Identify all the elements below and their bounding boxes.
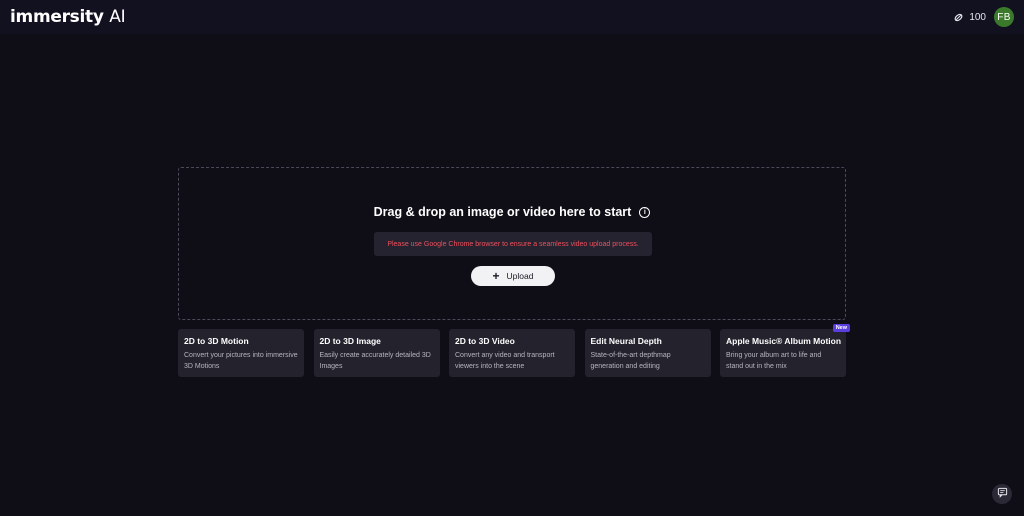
card-description: Bring your album art to life and stand o… bbox=[726, 352, 822, 370]
card-2d-to-3d-motion[interactable]: 2D to 3D Motion Convert your pictures in… bbox=[178, 329, 304, 377]
card-title: 2D to 3D Motion bbox=[184, 336, 249, 346]
user-avatar[interactable]: FB bbox=[994, 7, 1014, 27]
info-icon[interactable]: i bbox=[639, 206, 651, 218]
new-badge: New bbox=[832, 324, 850, 332]
card-description: Easily create accurately detailed 3D Ima… bbox=[319, 352, 431, 370]
dropzone-title: Drag & drop an image or video here to st… bbox=[373, 205, 632, 219]
browser-warning-text: Please use Google Chrome browser to ensu… bbox=[387, 240, 639, 248]
plus-icon: + bbox=[492, 268, 500, 283]
header-actions: 100 FB bbox=[953, 7, 1014, 27]
card-description: Convert any video and transport viewers … bbox=[455, 352, 555, 370]
logo[interactable]: immersity AI bbox=[10, 7, 126, 27]
card-edit-neural-depth[interactable]: Edit Neural Depth State-of-the-art depth… bbox=[584, 329, 711, 377]
card-apple-music-album-motion[interactable]: Apple Music® Album Motion Bring your alb… bbox=[720, 324, 850, 377]
upload-label: Upload bbox=[506, 271, 534, 281]
logo-ai-text: AI bbox=[109, 7, 126, 27]
browser-warning: Please use Google Chrome browser to ensu… bbox=[374, 232, 652, 256]
chat-button[interactable] bbox=[992, 484, 1012, 504]
card-title: Apple Music® Album Motion bbox=[726, 336, 842, 346]
feature-cards: 2D to 3D Motion Convert your pictures in… bbox=[178, 324, 850, 377]
credits-count: 100 bbox=[969, 11, 986, 23]
chat-icon bbox=[997, 485, 1008, 503]
card-description: State-of-the-art depthmap generation and… bbox=[590, 352, 671, 370]
token-icon bbox=[953, 12, 964, 23]
card-title: 2D to 3D Video bbox=[455, 336, 515, 346]
app-root: immersity AI 100 FB Drag & drop an image… bbox=[0, 0, 1024, 516]
upload-dropzone[interactable]: Drag & drop an image or video here to st… bbox=[178, 167, 846, 320]
upload-button[interactable]: + Upload bbox=[471, 266, 555, 286]
logo-main-text: immersity bbox=[10, 7, 104, 27]
dropzone-title-row: Drag & drop an image or video here to st… bbox=[179, 205, 845, 219]
top-bar: immersity AI 100 FB bbox=[0, 0, 1024, 34]
card-2d-to-3d-image[interactable]: 2D to 3D Image Easily create accurately … bbox=[313, 329, 440, 377]
card-title: Edit Neural Depth bbox=[590, 336, 662, 346]
card-title: 2D to 3D Image bbox=[319, 336, 381, 346]
card-description: Convert your pictures into immersive 3D … bbox=[184, 352, 298, 370]
credits-indicator[interactable]: 100 bbox=[953, 12, 986, 23]
card-2d-to-3d-video[interactable]: 2D to 3D Video Convert any video and tra… bbox=[449, 329, 575, 377]
